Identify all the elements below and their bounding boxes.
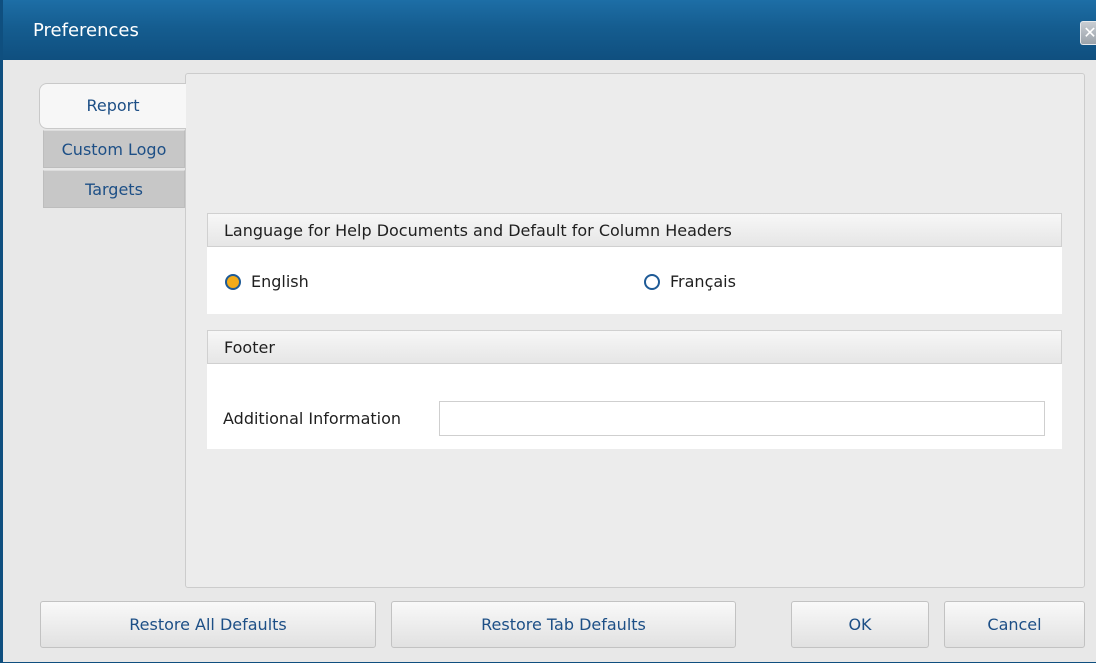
tab-report[interactable]: Report [39, 83, 186, 129]
window-title: Preferences [33, 20, 139, 41]
restore-tab-defaults-button[interactable]: Restore Tab Defaults [391, 601, 736, 648]
cancel-button[interactable]: Cancel [944, 601, 1085, 648]
language-section: Language for Help Documents and Default … [207, 213, 1062, 314]
close-icon: ✕ [1083, 23, 1096, 42]
additional-information-label: Additional Information [223, 409, 402, 428]
radio-english[interactable]: English [225, 272, 309, 291]
ok-button[interactable]: OK [791, 601, 929, 648]
radio-selected-icon [225, 273, 241, 290]
tab-custom-logo[interactable]: Custom Logo [43, 130, 185, 168]
footer-section: Footer Additional Information [207, 330, 1062, 449]
footer-section-header: Footer [207, 330, 1062, 364]
close-button[interactable]: ✕ [1080, 21, 1096, 45]
title-bar: Preferences ✕ [3, 0, 1096, 60]
tab-targets[interactable]: Targets [43, 170, 185, 208]
preferences-dialog: Preferences ✕ Report Custom Logo Targets… [0, 0, 1096, 663]
restore-all-defaults-button[interactable]: Restore All Defaults [40, 601, 376, 648]
radio-francais-label: Français [670, 272, 736, 291]
language-section-header: Language for Help Documents and Default … [207, 213, 1062, 247]
radio-francais[interactable]: Français [644, 272, 736, 291]
radio-english-label: English [251, 272, 309, 291]
radio-unselected-icon [644, 273, 660, 290]
additional-information-input[interactable] [439, 401, 1045, 436]
